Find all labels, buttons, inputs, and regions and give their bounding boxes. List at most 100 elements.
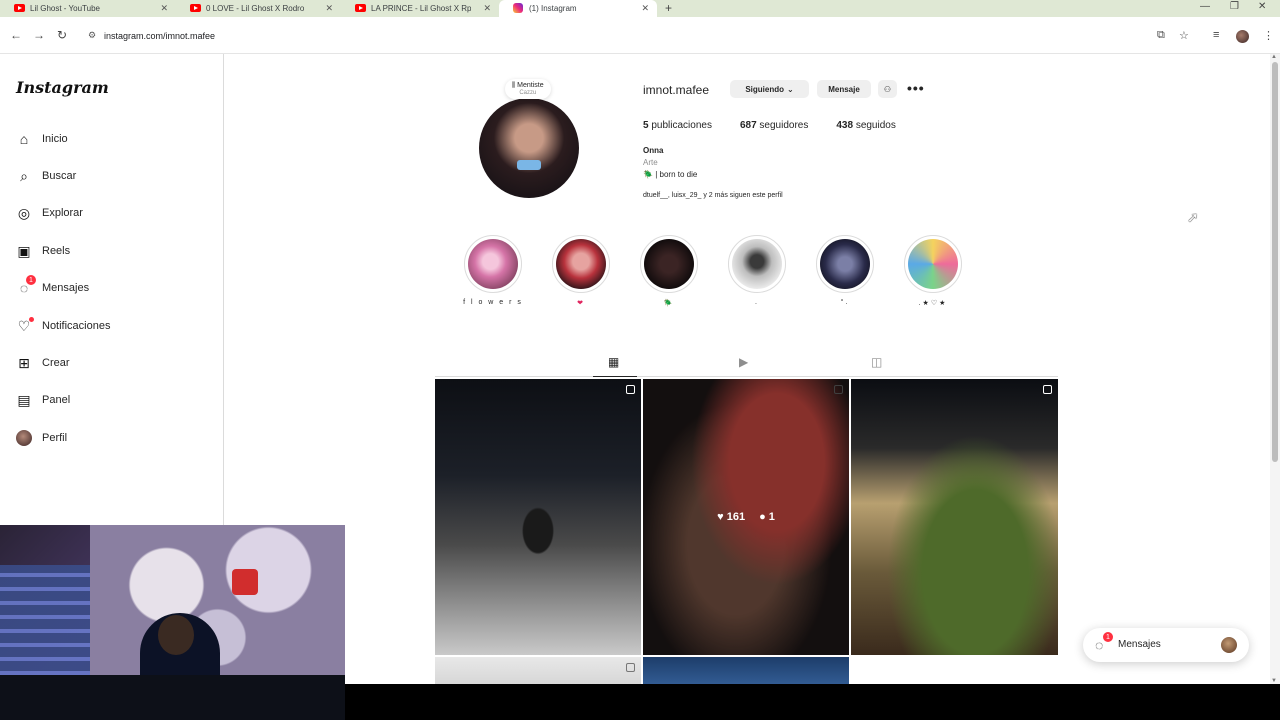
browser-tab-1[interactable]: Lil Ghost - YouTube ✕: [0, 0, 176, 17]
tab-title: 0 LOVE - Lil Ghost X Rodro X Sj...: [206, 4, 306, 13]
messenger-icon: ◌ 1: [15, 275, 36, 297]
browser-toolbar: ← → ↻ ⚙ instagram.com/imnot.mafee ⧉ ☆ ≡ …: [0, 17, 1280, 54]
more-options-icon[interactable]: •••: [907, 80, 925, 96]
post-thumbnail[interactable]: [435, 379, 641, 655]
reload-icon[interactable]: ↻: [57, 28, 67, 42]
message-label: Mensaje: [828, 84, 860, 94]
sidebar-item-label: Notificaciones: [42, 320, 111, 332]
webcam-desk: [0, 675, 345, 720]
scrollbar-thumb[interactable]: [1272, 62, 1278, 462]
following-label: Siguiendo: [745, 84, 784, 94]
tab-posts-grid-icon[interactable]: ▦: [608, 355, 619, 369]
highlight-item[interactable]: 🪲: [639, 235, 699, 309]
browser-tab-instagram[interactable]: (1) Instagram ✕: [499, 0, 657, 17]
post-thumbnail[interactable]: [643, 657, 849, 684]
instagram-logo[interactable]: Instagram: [16, 78, 109, 97]
post-thumbnail[interactable]: [851, 379, 1058, 655]
posts-stat: 5 publicaciones: [643, 120, 712, 131]
new-tab-icon[interactable]: +: [665, 1, 672, 15]
browser-tab-2[interactable]: 0 LOVE - Lil Ghost X Rodro X Sj... ✕: [176, 0, 341, 17]
tab-reels-icon[interactable]: ▶: [739, 355, 748, 369]
bookmark-star-icon[interactable]: ☆: [1179, 29, 1189, 42]
sidebar-item-reels[interactable]: ▣ Reels: [15, 241, 70, 261]
comments-count: ● 1: [759, 511, 775, 523]
back-icon[interactable]: ←: [10, 28, 22, 42]
sidebar-item-perfil[interactable]: Perfil: [15, 428, 67, 448]
browser-profile-avatar[interactable]: [1236, 30, 1249, 43]
notification-dot: [29, 317, 34, 322]
profile-username: imnot.mafee: [643, 83, 710, 97]
window-close-icon[interactable]: ✕: [1258, 1, 1266, 12]
mouse-cursor-icon: ➚: [1187, 209, 1199, 225]
active-tab-indicator: [593, 376, 637, 377]
sidebar-item-inicio[interactable]: ⌂ Inicio: [15, 129, 68, 149]
forward-icon[interactable]: →: [33, 28, 45, 42]
sidebar-item-label: Panel: [42, 394, 71, 406]
bio-text: | born to die: [655, 170, 698, 179]
menu-icon[interactable]: ⋮: [1263, 29, 1274, 42]
followed-by-text[interactable]: dtuelf__, luisx_29_ y 2 más siguen este …: [643, 192, 783, 199]
post-thumbnail[interactable]: ♥ 161 ● 1: [643, 379, 849, 655]
home-icon: ⌂: [19, 131, 29, 147]
highlight-item[interactable]: f l o w e r s: [463, 235, 523, 309]
close-icon[interactable]: ✕: [641, 3, 649, 14]
suggested-users-button[interactable]: ⚇: [878, 80, 897, 98]
followers-stat[interactable]: 687 seguidores: [740, 120, 808, 131]
media-icon[interactable]: ≡: [1213, 29, 1219, 41]
sidebar-item-panel[interactable]: ▤ Panel: [15, 390, 70, 410]
sidebar-item-mensajes[interactable]: ◌ 1 Mensajes: [15, 275, 90, 298]
sidebar-item-explorar[interactable]: ◎ Explorar: [15, 203, 83, 223]
close-icon[interactable]: ✕: [483, 3, 491, 14]
carousel-icon: [626, 663, 635, 672]
youtube-icon: [355, 4, 366, 12]
plus-square-icon: ⊞: [18, 354, 30, 371]
chart-icon: ▤: [17, 391, 31, 408]
restore-icon[interactable]: ❐: [1230, 1, 1239, 12]
address-bar[interactable]: ⚙ instagram.com/imnot.mafee: [78, 25, 1208, 47]
profile-note[interactable]: ⫼ Mentiste Cazzu: [505, 79, 551, 99]
scroll-up-icon[interactable]: ▲: [1271, 54, 1277, 60]
install-app-icon[interactable]: ⧉: [1157, 29, 1165, 42]
compass-icon: ◎: [17, 204, 31, 221]
highlight-item[interactable]: .: [727, 235, 787, 309]
profile-avatar[interactable]: [479, 98, 579, 198]
profile-bio: 🪲 | born to die: [643, 170, 697, 179]
highlight-caption: ❤: [577, 300, 585, 307]
tab-tagged-icon[interactable]: ◫: [871, 355, 882, 369]
highlight-item[interactable]: ❤: [551, 235, 611, 309]
notification-badge: 1: [26, 275, 36, 285]
youtube-icon: [14, 4, 25, 12]
sidebar-item-buscar[interactable]: ⌕ Buscar: [15, 166, 76, 186]
close-icon[interactable]: ✕: [160, 3, 168, 14]
likes-count: ♥ 161: [717, 511, 746, 523]
sidebar-item-crear[interactable]: ⊞ Crear: [15, 353, 70, 373]
sidebar-item-label: Buscar: [42, 170, 77, 182]
following-stat[interactable]: 438 seguidos: [836, 120, 896, 131]
tab-title: Lil Ghost - YouTube: [30, 4, 100, 13]
messenger-icon: ◌: [1095, 637, 1104, 653]
add-user-icon: ⚇: [883, 84, 892, 94]
sidebar-item-label: Reels: [42, 245, 71, 257]
webcam-overlay: [0, 525, 345, 720]
note-music-icon: ⫼ Mentiste: [512, 82, 544, 89]
message-button[interactable]: Mensaje: [817, 80, 871, 98]
highlight-item[interactable]: .★♡★: [903, 235, 963, 309]
page-scrollbar[interactable]: ▲ ▼: [1270, 54, 1280, 684]
post-hover-overlay: ♥ 161 ● 1: [643, 379, 849, 655]
tabs-divider: [435, 376, 1058, 377]
sidebar-item-label: Crear: [42, 357, 70, 369]
tab-title: (1) Instagram: [529, 4, 577, 13]
highlight-item[interactable]: °.: [815, 235, 875, 309]
black-bar: [345, 684, 1280, 720]
messages-floating-button[interactable]: ◌ 1 Mensajes: [1083, 628, 1249, 662]
sidebar-item-notificaciones[interactable]: ♡ Notificaciones: [15, 316, 110, 336]
minimize-icon[interactable]: —: [1200, 1, 1210, 12]
site-info-icon[interactable]: ⚙: [88, 30, 96, 41]
close-icon[interactable]: ✕: [325, 3, 333, 14]
url-text: instagram.com/imnot.mafee: [104, 31, 216, 41]
profile-category: Arte: [643, 158, 658, 167]
sidebar-item-label: Mensajes: [42, 282, 90, 294]
following-button[interactable]: Siguiendo ⌄: [730, 80, 809, 98]
post-thumbnail[interactable]: [435, 657, 641, 684]
browser-tab-3[interactable]: LA PRINCE - Lil Ghost X Rpe (V... ✕: [341, 0, 499, 17]
